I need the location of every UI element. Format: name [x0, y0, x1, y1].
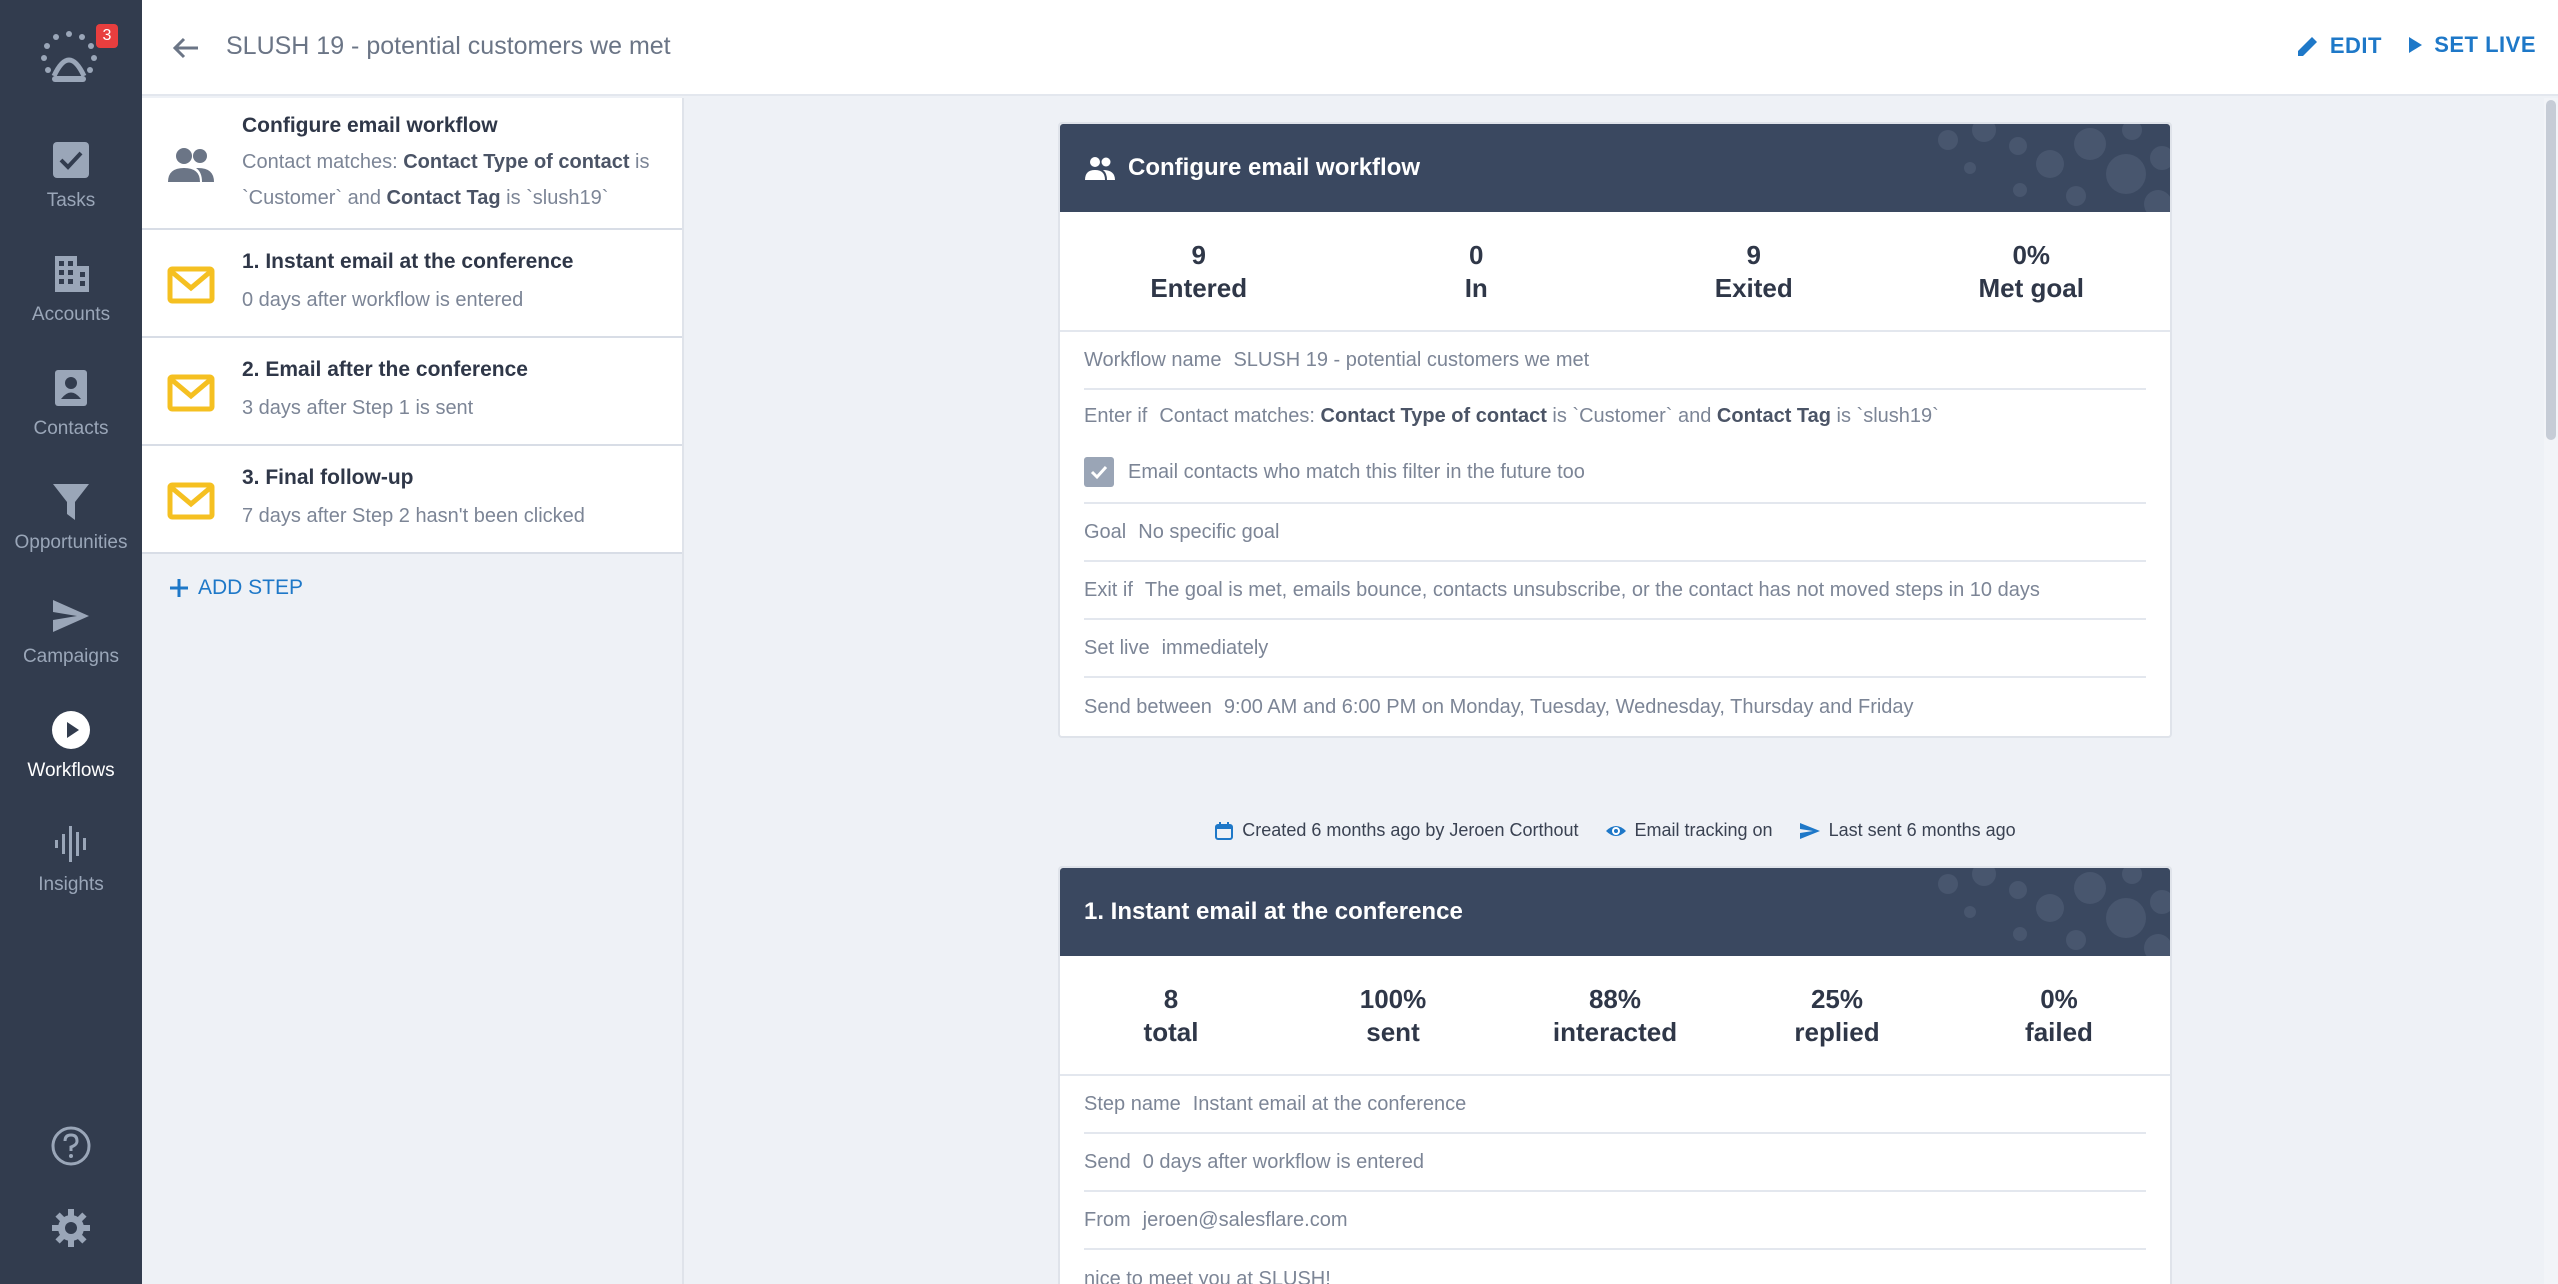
step-title: 2. Email after the conference [242, 358, 528, 381]
eye-icon [1605, 825, 1626, 836]
email-step-card: 1. Instant email at the conference 8 tota… [1058, 866, 2172, 1284]
sidebar-item-campaigns[interactable]: Campaigns [0, 586, 142, 686]
workflow-meta: Created 6 months ago by Jeroen Corthout … [1058, 820, 2172, 841]
envelope-icon [167, 374, 215, 412]
stat-total: 8 total [1143, 984, 1199, 1047]
sidebar-item-opportunities[interactable]: Opportunities [0, 472, 142, 572]
sidebar-item-label: Contacts [33, 418, 109, 439]
sidebar-item-accounts[interactable]: Accounts [0, 244, 142, 344]
created-info: Created 6 months ago by Jeroen Corthout [1214, 820, 1579, 841]
workflow-config-card: Configure email workflow 9 Entered 0 In 9E… [1058, 122, 2172, 738]
step-description: 0 days after workflow is entered [242, 289, 524, 311]
play-circle-icon [52, 711, 90, 749]
sidebar-item-workflows[interactable]: Workflows [0, 700, 142, 800]
card-header: Configure email workflow [1060, 124, 2170, 212]
add-step-label: ADD STEP [198, 576, 304, 599]
goal-row: Goal No specific goal [1084, 504, 2146, 562]
pencil-icon [2297, 37, 2317, 56]
send-row: Send 0 days after workflow is entered [1084, 1134, 2146, 1192]
building-icon [55, 256, 89, 292]
enter-if-row: Enter if Contact matches: Contact Type o… [1084, 404, 1939, 427]
check-square-icon [53, 142, 89, 178]
funnel-icon [53, 484, 89, 520]
sidebar-item-label: Insights [38, 874, 104, 895]
card-title: Configure email workflow [1128, 154, 1421, 181]
set-live-label: SET LIVE [2434, 32, 2536, 57]
notification-badge[interactable]: 3 [96, 24, 118, 48]
card-title: 1. Instant email at the conference [1084, 898, 1463, 925]
exit-if-row: Exit if The goal is met, emails bounce, c… [1084, 562, 2146, 620]
main-scrollbar[interactable] [2544, 98, 2558, 1284]
workflow-steps-panel: Configure email workflow Contact matches… [142, 98, 684, 1284]
future-filter-checkbox[interactable] [1084, 457, 1114, 487]
step-title: 3. Final follow-up [242, 466, 414, 489]
step-description: 3 days after Step 1 is sent [242, 397, 474, 419]
step-name-row: Step name Instant email at the conference [1084, 1076, 2146, 1134]
step-title: 1. Instant email at the conference [242, 250, 574, 273]
salesflare-logo-icon[interactable] [34, 26, 104, 90]
sidebar-item-label: Workflows [27, 760, 115, 781]
stat-met-goal: 0% Met goal [1978, 240, 2084, 303]
send-between-row: Send between 9:00 AM and 6:00 PM on Monda… [1084, 695, 1914, 718]
paper-plane-icon [1799, 822, 1820, 839]
subject-row: nice to meet you at SLUSH! [1084, 1267, 1331, 1284]
step-configure-workflow[interactable]: Configure email workflow Contact matches… [142, 98, 682, 230]
sidebar-item-label: Accounts [31, 304, 111, 325]
decorative-bubbles [1938, 124, 2170, 212]
stat-exited: 9 Exited [1714, 240, 1793, 303]
sidebar-item-label: Campaigns [22, 646, 120, 667]
sidebar-item-label: Tasks [46, 190, 96, 211]
plus-icon [170, 579, 188, 597]
stat-interacted: 88% interacted [1552, 984, 1678, 1047]
tracking-info: Email tracking on [1605, 820, 1773, 841]
step-title: Configure email workflow [242, 114, 498, 137]
sidebar-item-contacts[interactable]: Contacts [0, 358, 142, 458]
future-filter-label: Email contacts who match this filter in … [1128, 460, 1585, 483]
stat-entered: 9 Entered [1150, 240, 1248, 303]
sidebar-item-insights[interactable]: Insights [0, 814, 142, 914]
sidebar-item-tasks[interactable]: Tasks [0, 130, 142, 230]
page-title: SLUSH 19 - potential customers we met [226, 32, 671, 60]
page-header: SLUSH 19 - potential customers we met ED… [142, 0, 2558, 96]
main-content: Configure email workflow 9 Entered 0 In 9E… [684, 98, 2558, 1284]
card-header: 1. Instant email at the conference [1060, 868, 2170, 956]
checkmark-icon [1090, 465, 1108, 480]
email-stats: 8 total 100% sent 88% interacted 25% replied… [1060, 956, 2170, 1076]
step-1[interactable]: 1. Instant email at the conference 0 day… [142, 230, 682, 338]
envelope-icon [167, 482, 215, 520]
edit-label: EDIT [2329, 33, 2382, 58]
decorative-bubbles [1938, 868, 2170, 956]
scrollbar-thumb[interactable] [2546, 100, 2556, 440]
step-description: 7 days after Step 2 hasn't been clicked [242, 505, 585, 527]
people-icon [168, 148, 214, 182]
paper-plane-icon [53, 600, 89, 632]
step-3[interactable]: 3. Final follow-up 7 days after Step 2 h… [142, 446, 682, 554]
workflow-name-row: Workflow name SLUSH 19 - potential custom… [1084, 332, 2146, 390]
sidebar: 3 Tasks Accounts Contacts Opportunities … [0, 0, 142, 1284]
help-icon[interactable] [49, 1124, 93, 1168]
step-description: Contact matches: Contact Type of contact… [242, 151, 650, 209]
last-sent-info: Last sent 6 months ago [1799, 820, 2016, 841]
stat-sent: 100% sent [1359, 984, 1427, 1047]
add-step-button[interactable]: ADD STEP [168, 576, 303, 600]
stat-replied: 25% replied [1794, 984, 1880, 1047]
future-filter-row: Email contacts who match this filter in … [1084, 442, 2146, 504]
stat-in: 0 In [1464, 240, 1488, 303]
set-live-row: Set live immediately [1084, 620, 2146, 678]
step-2[interactable]: 2. Email after the conference 3 days aft… [142, 338, 682, 446]
waveform-icon [55, 826, 86, 862]
back-arrow-icon[interactable] [168, 30, 204, 66]
workflow-stats: 9 Entered 0 In 9 Exited 0% Met goal [1060, 212, 2170, 332]
gear-icon[interactable] [49, 1206, 93, 1250]
from-row: From jeroen@salesflare.com [1084, 1192, 2146, 1250]
stat-failed: 0% failed [2025, 984, 2093, 1047]
envelope-icon [167, 266, 215, 304]
contact-card-icon [55, 370, 87, 406]
edit-button[interactable]: EDIT [2294, 32, 2382, 60]
sidebar-item-label: Opportunities [14, 532, 128, 553]
set-live-button[interactable]: SET LIVE [2404, 32, 2536, 58]
calendar-icon [1215, 821, 1234, 840]
people-icon [1085, 157, 1115, 180]
play-icon [2409, 37, 2423, 53]
